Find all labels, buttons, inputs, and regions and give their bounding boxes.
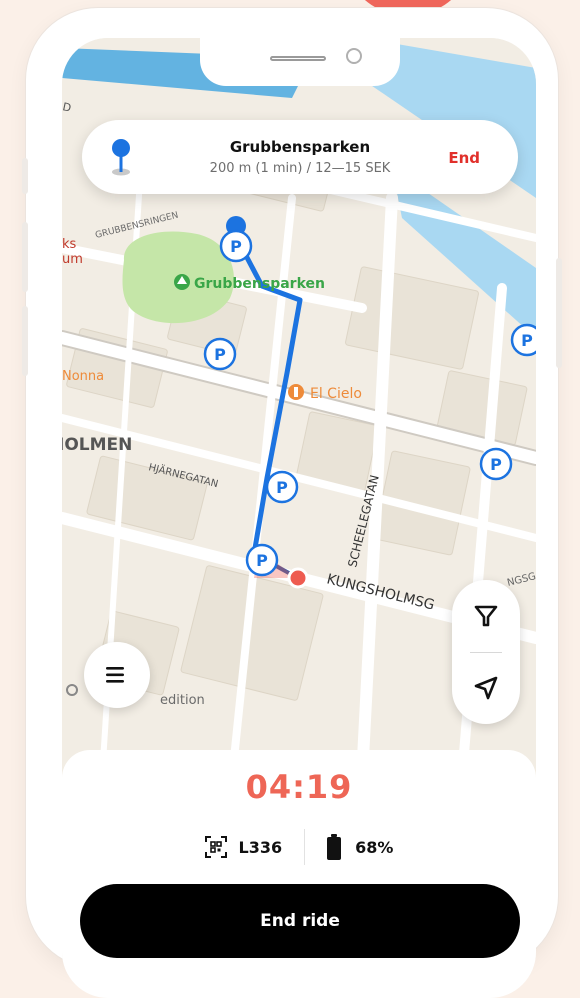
stats-divider [304, 829, 306, 865]
parking-marker[interactable]: P [479, 447, 513, 481]
side-button [22, 306, 28, 376]
parking-marker[interactable]: P [265, 470, 299, 504]
battery-text: 68% [355, 837, 394, 857]
device-notch [200, 38, 400, 86]
side-button [556, 258, 562, 368]
svg-text:P: P [214, 345, 226, 364]
navigation-card[interactable]: Grubbensparken 200 m (1 min) / 12—15 SEK… [82, 120, 518, 194]
map-label-district: IOLMEN [62, 435, 132, 455]
ride-panel: 04:19 L336 68% End ride [62, 750, 536, 998]
speaker [270, 56, 326, 61]
map-label: edition [160, 693, 205, 708]
locate-button[interactable] [452, 652, 520, 724]
user-location-marker [287, 567, 309, 589]
menu-button[interactable] [84, 642, 150, 708]
qr-code-icon [204, 836, 227, 858]
battery-icon [327, 834, 342, 860]
filter-button[interactable] [452, 580, 520, 652]
parking-marker[interactable]: P [203, 337, 237, 371]
side-button [22, 158, 28, 194]
app-screen: P P P P P P Grubbensparken El Cielo Nonn… [62, 38, 536, 998]
vehicle-id-text: L336 [238, 837, 283, 857]
map-label-park: Grubbensparken [194, 276, 325, 292]
svg-text:P: P [256, 551, 268, 570]
battery-level: 68% [327, 834, 393, 860]
map-label-restaurant: El Cielo [310, 386, 362, 402]
parking-marker[interactable]: P [219, 229, 253, 263]
ride-timer: 04:19 [245, 768, 353, 806]
end-ride-button[interactable]: End ride [80, 884, 520, 958]
map-label: um [62, 252, 83, 267]
park-icon [174, 274, 190, 290]
svg-text:P: P [490, 455, 502, 474]
filter-icon [474, 605, 498, 627]
phone-frame: P P P P P P Grubbensparken El Cielo Nonn… [22, 8, 562, 998]
end-navigation-button[interactable]: End [448, 149, 480, 167]
hamburger-menu-icon [106, 667, 124, 683]
map-controls [452, 580, 520, 724]
restaurant-icon [288, 384, 304, 400]
vehicle-id: L336 [204, 836, 283, 858]
map-label-nonna: Nonna [62, 369, 104, 384]
svg-text:P: P [521, 331, 533, 350]
parking-marker[interactable]: P [245, 543, 279, 577]
side-button [22, 222, 28, 292]
ride-stats: L336 68% [62, 828, 536, 866]
camera [346, 48, 362, 64]
svg-text:P: P [230, 237, 242, 256]
svg-text:P: P [276, 478, 288, 497]
map-label: ks [62, 237, 77, 252]
parking-marker[interactable]: P [510, 323, 536, 357]
navigation-arrow-icon [474, 676, 498, 700]
